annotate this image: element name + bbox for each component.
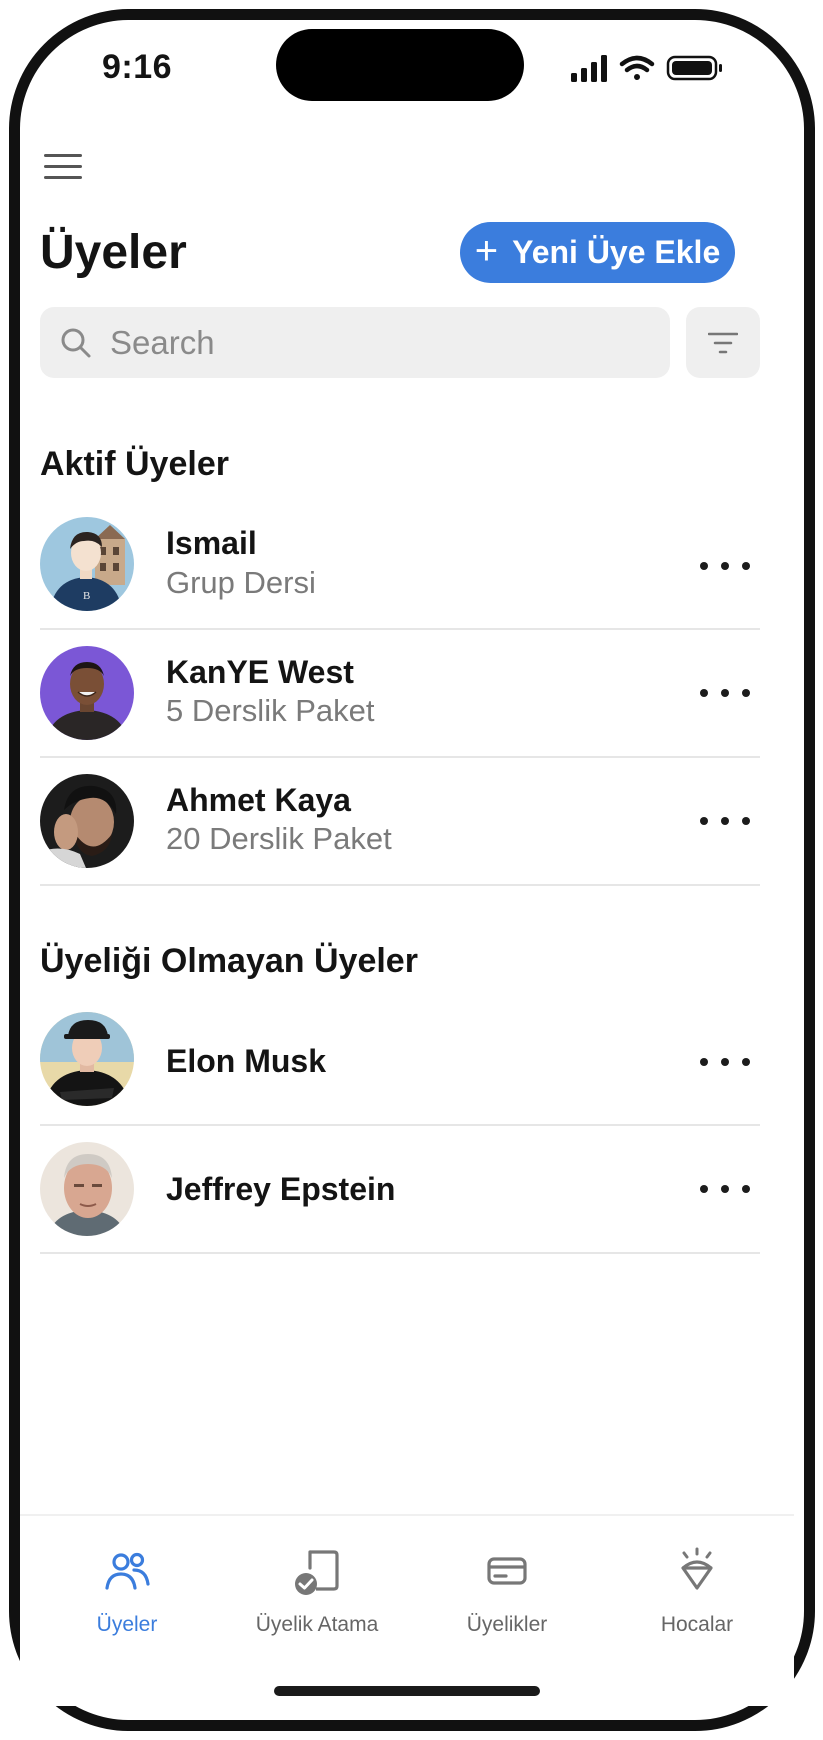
users-icon — [105, 1552, 150, 1590]
ellipsis-dot — [721, 1185, 729, 1193]
avatar — [40, 774, 134, 868]
tab-bar: Üyeler Üyelik Atama Üyelikler Hocalar — [20, 1514, 794, 1706]
home-indicator — [274, 1686, 540, 1696]
more-options-button[interactable] — [700, 801, 750, 841]
wifi-icon — [619, 55, 655, 80]
list-item[interactable]: Jeffrey Epstein — [40, 1126, 760, 1254]
search-icon — [61, 328, 91, 357]
tab-hocalar[interactable]: Hocalar — [607, 1516, 787, 1656]
menu-button[interactable] — [44, 152, 84, 182]
more-options-button[interactable] — [700, 673, 750, 713]
dynamic-island — [276, 29, 524, 101]
more-options-button[interactable] — [700, 1169, 750, 1209]
ellipsis-icon — [700, 1185, 708, 1193]
battery-icon — [666, 55, 722, 81]
member-name: KanYE West — [166, 654, 354, 690]
add-member-button[interactable]: + Yeni Üye Ekle — [460, 222, 735, 283]
divider — [40, 1252, 760, 1254]
member-plan: 5 Derslik Paket — [166, 693, 375, 728]
divider — [40, 884, 760, 886]
status-time: 9:16 — [102, 48, 173, 86]
tab-label: Hocalar — [660, 1613, 734, 1636]
member-name: Ismail — [166, 525, 257, 561]
diamond-icon — [681, 1547, 713, 1590]
status-icons — [571, 55, 722, 82]
hamburger-line — [44, 176, 82, 179]
ellipsis-dot — [742, 562, 750, 570]
svg-text:B: B — [83, 590, 90, 602]
list-item[interactable]: KanYE West 5 Derslik Paket — [40, 630, 760, 758]
list-item[interactable]: Elon Musk — [40, 998, 760, 1126]
ellipsis-icon — [700, 689, 708, 697]
member-name: Jeffrey Epstein — [166, 1171, 396, 1207]
hamburger-line — [44, 165, 82, 168]
ellipsis-dot — [742, 817, 750, 825]
member-plan: 20 Derslik Paket — [166, 821, 392, 856]
member-plan: Grup Dersi — [166, 565, 316, 600]
tab-label: Üyelikler — [466, 1613, 548, 1636]
avatar — [40, 1012, 134, 1106]
tab-label: Üyelik Atama — [255, 1613, 379, 1636]
search-input[interactable] — [108, 322, 632, 363]
ellipsis-dot — [721, 1058, 729, 1066]
ellipsis-dot — [721, 689, 729, 697]
member-name: Ahmet Kaya — [166, 782, 351, 818]
ellipsis-dot — [742, 1058, 750, 1066]
avatar: B — [40, 517, 134, 611]
ellipsis-dot — [721, 562, 729, 570]
ellipsis-icon — [700, 1058, 708, 1066]
more-options-button[interactable] — [700, 1042, 750, 1082]
plus-icon: + — [474, 228, 499, 273]
avatar — [40, 1142, 134, 1236]
more-options-button[interactable] — [700, 546, 750, 586]
page-title: Üyeler — [40, 226, 187, 279]
section-title-active: Aktif Üyeler — [40, 445, 229, 483]
filter-button[interactable] — [686, 307, 760, 378]
add-member-label: Yeni Üye Ekle — [512, 234, 721, 270]
avatar — [40, 646, 134, 740]
hamburger-icon — [44, 154, 82, 157]
tab-uyeler[interactable]: Üyeler — [37, 1516, 217, 1656]
card-icon — [487, 1557, 527, 1585]
tab-uyelik-atama[interactable]: Üyelik Atama — [227, 1516, 407, 1656]
ellipsis-icon — [700, 562, 708, 570]
section-title-inactive: Üyeliği Olmayan Üyeler — [40, 942, 418, 980]
signal-icon — [571, 55, 607, 82]
tab-label: Üyeler — [96, 1613, 158, 1636]
ellipsis-dot — [742, 689, 750, 697]
ellipsis-icon — [700, 817, 708, 825]
member-name: Elon Musk — [166, 1043, 327, 1079]
ellipsis-dot — [742, 1185, 750, 1193]
assign-membership-icon — [295, 1550, 339, 1595]
tab-uyelikler[interactable]: Üyelikler — [417, 1516, 597, 1656]
search-bar[interactable] — [40, 307, 670, 378]
list-item[interactable]: Ahmet Kaya 20 Derslik Paket — [40, 758, 760, 886]
ellipsis-dot — [721, 817, 729, 825]
filter-icon — [708, 332, 738, 353]
list-item[interactable]: B Ismail Grup Dersi — [40, 502, 760, 630]
